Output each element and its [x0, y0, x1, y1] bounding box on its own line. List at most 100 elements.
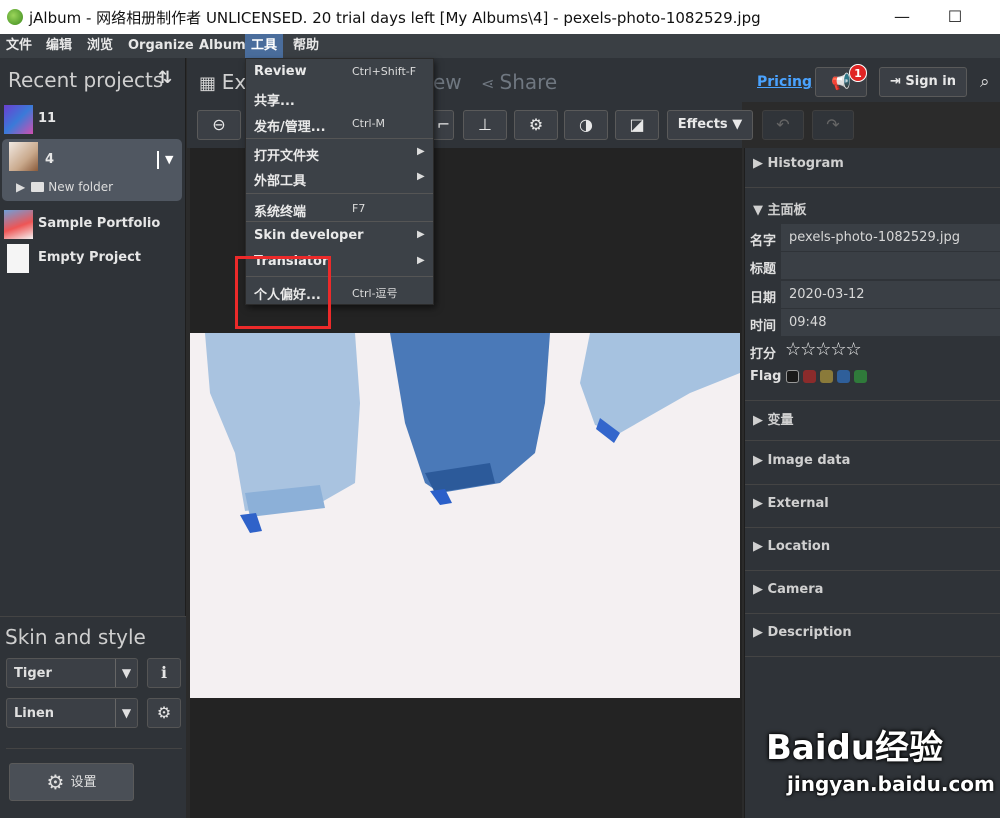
project-item-11[interactable]: 11	[0, 102, 186, 136]
expand-arrow-icon: ▶	[753, 413, 763, 428]
share-icon: ⋖	[481, 74, 500, 93]
date-field[interactable]: 2020-03-12	[781, 281, 1000, 308]
window-titlebar: jAlbum - 网络相册制作者 UNLICENSED. 20 trial da…	[0, 0, 1000, 34]
photo-jeans	[190, 333, 740, 698]
section-histogram[interactable]: ▶ Histogram	[745, 148, 1000, 188]
project-thumbnail	[4, 210, 33, 239]
blank-document-icon	[7, 244, 29, 273]
menu-item-system-terminal[interactable]: 系统终端 F7	[246, 196, 433, 222]
maximize-button[interactable]: ☐	[940, 5, 970, 29]
style-settings-button[interactable]: ⚙	[147, 698, 181, 728]
section-main-panel[interactable]: ▼ 主面板	[745, 191, 1000, 227]
watermark-url: jingyan.baidu.com	[787, 772, 995, 796]
straighten-button[interactable]: ⊥	[463, 110, 507, 140]
folder-icon	[31, 182, 45, 192]
settings-button[interactable]: ⚙ 设置	[9, 763, 134, 801]
section-image-data[interactable]: ▶ Image data	[745, 445, 1000, 485]
effects-dropdown-button[interactable]: Effects ▼	[667, 110, 753, 140]
pricing-link[interactable]: Pricing	[757, 74, 812, 90]
project-label: 4	[45, 152, 55, 167]
menu-help[interactable]: 帮助	[287, 34, 325, 58]
minimize-button[interactable]: —	[887, 5, 917, 29]
info-icon: ℹ	[160, 663, 168, 682]
section-location[interactable]: ▶ Location	[745, 531, 1000, 571]
gear-icon: ⚙	[46, 770, 65, 794]
project-item-sample-portfolio[interactable]: Sample Portfolio	[0, 207, 186, 241]
menu-item-open-folder[interactable]: 打开文件夹 ▶	[246, 140, 433, 166]
level-icon: ⊥	[478, 115, 492, 134]
gear-icon: ⚙	[156, 703, 172, 722]
date-row: 日期 2020-03-12	[745, 281, 1000, 309]
flag-black[interactable]	[786, 370, 799, 383]
menu-tools[interactable]: 工具	[245, 34, 284, 58]
section-variables[interactable]: ▶ 变量	[745, 401, 1000, 441]
sign-in-icon: ⇥	[889, 74, 906, 89]
project-item-empty-project[interactable]: Empty Project	[0, 241, 186, 275]
sign-in-button[interactable]: ⇥ Sign in	[879, 67, 967, 97]
menu-bar: 文件 编辑 浏览 Organize Album 工具 帮助	[0, 34, 1000, 58]
exposure-button[interactable]: ◪	[615, 110, 659, 140]
title-field[interactable]	[781, 252, 1000, 279]
adjust-settings-button[interactable]: ⚙	[514, 110, 558, 140]
menu-separator	[246, 193, 433, 194]
skin-info-button[interactable]: ℹ	[147, 658, 181, 688]
skin-select[interactable]: Tiger ▼	[6, 658, 138, 688]
zoom-out-button[interactable]: ⊖	[197, 110, 241, 140]
gear-icon: ⚙	[528, 115, 544, 134]
subfolder-new-folder[interactable]: ▶ New folder	[16, 180, 113, 194]
menu-view[interactable]: 浏览	[81, 34, 119, 58]
menu-album[interactable]: Album	[193, 34, 252, 58]
project-thumbnail	[9, 142, 38, 171]
undo-button[interactable]: ↶	[762, 110, 804, 140]
project-label: Empty Project	[38, 250, 142, 265]
menu-organize[interactable]: Organize	[122, 34, 200, 58]
divider	[6, 748, 182, 749]
flag-blue[interactable]	[837, 370, 850, 383]
menu-item-review[interactable]: Review Ctrl+Shift-F	[246, 59, 433, 85]
time-field[interactable]: 09:48	[781, 309, 1000, 336]
tab-preview[interactable]: ew	[433, 70, 462, 94]
flag-red[interactable]	[803, 370, 816, 383]
expand-arrow-icon: ▶	[753, 625, 763, 640]
redo-icon: ↷	[826, 115, 840, 134]
tab-explore[interactable]: ▦ Ex	[199, 70, 246, 94]
collapse-arrow-icon: ▼	[753, 203, 763, 218]
exposure-icon: ◪	[629, 115, 645, 134]
expand-arrow-icon: ▶	[753, 496, 763, 511]
sort-icon[interactable]: ⇅	[158, 68, 172, 88]
project-item-4[interactable]: 4 ▼ ▶ New folder	[2, 139, 182, 201]
name-field[interactable]: pexels-photo-1082529.jpg	[781, 224, 1000, 251]
menu-edit[interactable]: 编辑	[40, 34, 78, 58]
menu-separator	[246, 221, 433, 222]
crop-button[interactable]: ⌐	[434, 110, 454, 140]
contrast-button[interactable]: ◑	[564, 110, 608, 140]
skin-and-style-title: Skin and style	[5, 625, 146, 649]
flag-yellow[interactable]	[820, 370, 833, 383]
menu-file[interactable]: 文件	[0, 34, 38, 58]
menu-item-skin-developer[interactable]: Skin developer ▶	[246, 223, 433, 249]
search-icon[interactable]: ⌕	[980, 72, 990, 92]
expand-arrow-icon: ▶	[753, 539, 763, 554]
tab-share[interactable]: ⋖ Share	[481, 70, 557, 94]
flag-green[interactable]	[854, 370, 867, 383]
section-description[interactable]: ▶ Description	[745, 617, 1000, 657]
project-menu-caret-icon[interactable]: ▼	[157, 151, 173, 169]
rating-stars[interactable]: ☆☆☆☆☆	[785, 339, 862, 360]
menu-item-publish-manage[interactable]: 发布/管理... Ctrl-M	[246, 111, 433, 137]
skin-and-style-section: Skin and style Tiger ▼ ℹ Linen ▼ ⚙ ⚙ 设置	[0, 616, 186, 818]
submenu-arrow-icon: ▶	[417, 171, 425, 182]
style-select[interactable]: Linen ▼	[6, 698, 138, 728]
section-camera[interactable]: ▶ Camera	[745, 574, 1000, 614]
baidu-jingyan-watermark: Baidu经验 jingyan.baidu.com	[760, 710, 1000, 818]
menu-item-external-tools[interactable]: 外部工具 ▶	[246, 165, 433, 191]
name-row: 名字 pexels-photo-1082529.jpg	[745, 224, 1000, 252]
chevron-down-icon: ▼	[115, 699, 137, 727]
rating-row: 打分 ☆☆☆☆☆	[750, 339, 862, 362]
jalbum-app-icon	[7, 9, 23, 25]
submenu-arrow-icon: ▶	[417, 229, 425, 240]
submenu-arrow-icon: ▶	[417, 146, 425, 157]
redo-button[interactable]: ↷	[812, 110, 854, 140]
menu-item-share[interactable]: 共享...	[246, 85, 433, 111]
section-external[interactable]: ▶ External	[745, 488, 1000, 528]
jeans-photo-graphic	[190, 333, 740, 698]
